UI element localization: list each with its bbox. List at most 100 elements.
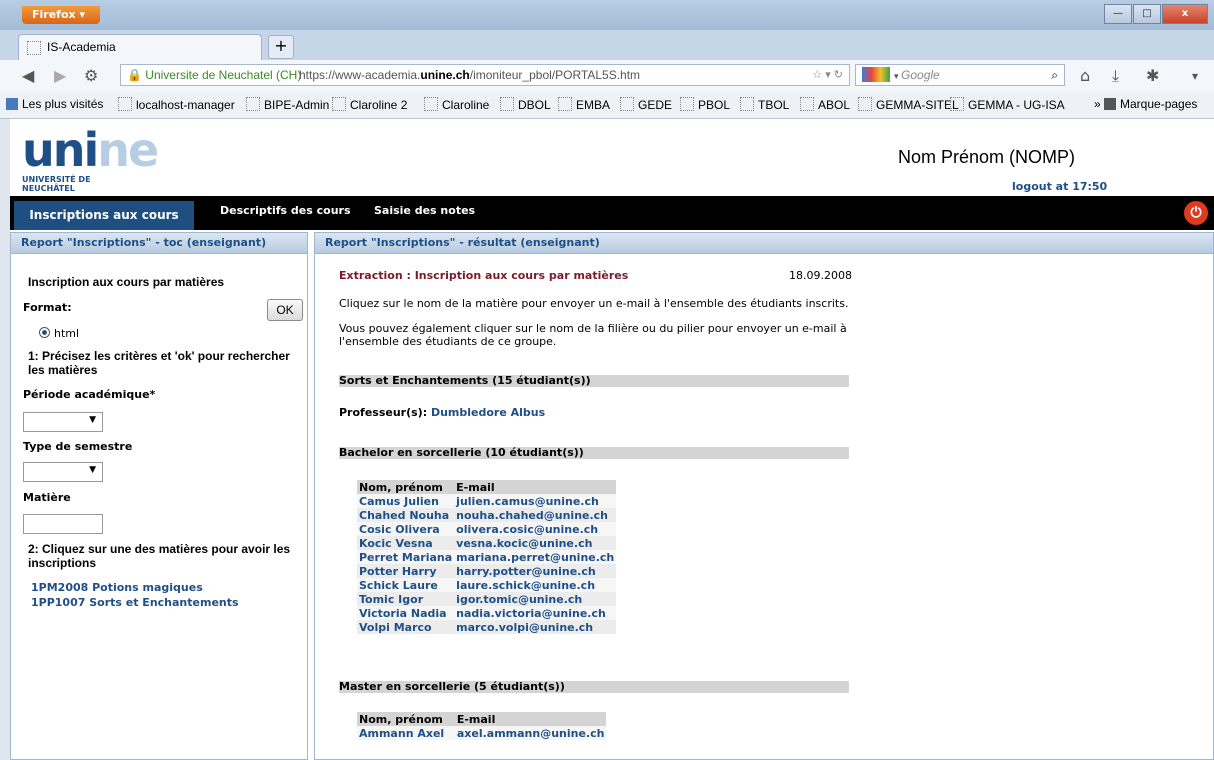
- student-name[interactable]: Cosic Olivera: [357, 522, 455, 536]
- bookmark-item[interactable]: DBOL: [500, 97, 551, 112]
- bookmark-item[interactable]: Claroline: [424, 97, 489, 112]
- power-icon[interactable]: ⏻: [1184, 201, 1208, 225]
- student-email[interactable]: julien.camus@unine.ch: [454, 494, 617, 508]
- student-name[interactable]: Victoria Nadia: [357, 606, 455, 620]
- bookmark-icon: [424, 97, 438, 111]
- bookmark-item[interactable]: ABOL: [800, 97, 850, 112]
- home-icon[interactable]: ⌂: [1080, 66, 1090, 85]
- left-panel-header: Report "Inscriptions" - toc (enseignant): [11, 233, 307, 254]
- addon-icon[interactable]: ✱: [1146, 66, 1159, 85]
- menu-item-descriptifs[interactable]: Descriptifs des cours: [220, 196, 351, 226]
- student-email[interactable]: vesna.kocic@unine.ch: [454, 536, 617, 550]
- bookmarks-menu-icon: [1104, 98, 1117, 110]
- student-name[interactable]: Kocic Vesna: [357, 536, 455, 550]
- student-name[interactable]: Schick Laure: [357, 578, 455, 592]
- bookmark-item[interactable]: EMBA: [558, 97, 610, 112]
- bookmark-item[interactable]: GEDE: [620, 97, 672, 112]
- group-header-bachelor[interactable]: Bachelor en sorcellerie (10 étudiant(s)): [339, 447, 849, 459]
- url-bar[interactable]: 🔒 Universite de Neuchatel (CH) https://w…: [120, 64, 850, 86]
- student-name[interactable]: Perret Mariana: [357, 550, 455, 564]
- student-email[interactable]: marco.volpi@unine.ch: [454, 620, 617, 634]
- bookmark-icon: [680, 97, 694, 111]
- student-email[interactable]: axel.ammann@unine.ch: [454, 726, 607, 740]
- extraction-date: 18.09.2008: [789, 269, 852, 282]
- periode-label: Période académique*: [23, 388, 156, 401]
- student-email[interactable]: laure.schick@unine.ch: [454, 578, 617, 592]
- col-name: Nom, prénom: [357, 712, 455, 726]
- students-table-bachelor: Nom, prénom E-mail Camus Julien julien.cam…: [357, 480, 617, 634]
- menu-chevron-icon[interactable]: ▾: [1192, 69, 1198, 83]
- logout-link[interactable]: logout at 17:50: [1012, 180, 1107, 193]
- bookmark-item[interactable]: Claroline 2: [332, 97, 407, 112]
- students-table-master: Nom, prénom E-mail Ammann Axel axel.ammann…: [357, 712, 607, 740]
- student-email[interactable]: olivera.cosic@unine.ch: [454, 522, 617, 536]
- table-row: Chahed Nouha nouha.chahed@unine.ch: [357, 508, 617, 522]
- bookmarks-menu-button[interactable]: » Marque-pages: [1094, 97, 1197, 111]
- bookmark-item[interactable]: GEMMA - UG-ISA: [950, 97, 1065, 112]
- bookmark-folder-icon: [6, 98, 18, 110]
- student-email[interactable]: mariana.perret@unine.ch: [454, 550, 617, 564]
- radio-icon: [39, 327, 50, 338]
- student-name[interactable]: Chahed Nouha: [357, 508, 455, 522]
- tab-strip: IS-Academia +: [0, 30, 1214, 60]
- type-semestre-select[interactable]: ▼: [23, 462, 103, 482]
- download-icon[interactable]: ⤓: [1112, 66, 1119, 86]
- matiere-link[interactable]: 1PM2008 Potions magiques: [31, 581, 203, 594]
- identity-icon[interactable]: ⚙: [84, 66, 98, 85]
- group-header-master[interactable]: Master en sorcellerie (5 étudiant(s)): [339, 681, 849, 693]
- bookmark-item[interactable]: Les plus visités: [6, 97, 103, 111]
- matiere-input[interactable]: [23, 514, 103, 534]
- course-header[interactable]: Sorts et Enchantements (15 étudiant(s)): [339, 375, 849, 387]
- student-name[interactable]: Tomic Igor: [357, 592, 455, 606]
- periode-select[interactable]: ▼: [23, 412, 103, 432]
- bookmark-icon: [332, 97, 346, 111]
- back-icon[interactable]: ◀: [22, 66, 34, 85]
- maximize-button[interactable]: □: [1133, 4, 1161, 24]
- student-name[interactable]: Potter Harry: [357, 564, 455, 578]
- table-row: Schick Laure laure.schick@unine.ch: [357, 578, 617, 592]
- navigation-toolbar: ◀ ▶ ⚙ 🔒 Universite de Neuchatel (CH) htt…: [0, 60, 1214, 92]
- search-placeholder: Google: [901, 68, 940, 82]
- instruction-text: Cliquez sur le nom de la matière pour en…: [339, 297, 849, 310]
- table-row: Victoria Nadia nadia.victoria@unine.ch: [357, 606, 617, 620]
- search-bar[interactable]: ▾ Google ⌕: [855, 64, 1065, 86]
- site-identity[interactable]: 🔒 Universite de Neuchatel (CH): [127, 65, 301, 85]
- bookmark-item[interactable]: localhost-manager: [118, 97, 235, 112]
- table-row: Volpi Marco marco.volpi@unine.ch: [357, 620, 617, 634]
- matiere-link[interactable]: 1PP1007 Sorts et Enchantements: [31, 596, 239, 609]
- forward-icon[interactable]: ▶: [54, 66, 66, 85]
- chevron-down-icon: ▼: [89, 465, 96, 475]
- professor-link[interactable]: Dumbledore Albus: [431, 406, 545, 419]
- google-icon: [862, 67, 890, 82]
- ok-button[interactable]: OK: [267, 299, 303, 321]
- bookmark-item[interactable]: PBOL: [680, 97, 730, 112]
- table-row: Camus Julien julien.camus@unine.ch: [357, 494, 617, 508]
- search-icon[interactable]: ⌕: [1051, 65, 1058, 85]
- format-radio-html[interactable]: html: [39, 327, 79, 340]
- table-row: Kocic Vesna vesna.kocic@unine.ch: [357, 536, 617, 550]
- menu-item-notes[interactable]: Saisie des notes: [374, 196, 475, 226]
- student-name[interactable]: Ammann Axel: [357, 726, 455, 740]
- student-email[interactable]: harry.potter@unine.ch: [454, 564, 617, 578]
- student-email[interactable]: nouha.chahed@unine.ch: [454, 508, 617, 522]
- firefox-menu-button[interactable]: Firefox ▾: [22, 6, 100, 24]
- bookmark-item[interactable]: GEMMA-SITEL: [858, 97, 959, 112]
- student-email[interactable]: igor.tomic@unine.ch: [454, 592, 617, 606]
- bookmark-star-icon[interactable]: ☆ ▾ ↻: [812, 65, 843, 85]
- logo-subtitle: UNIVERSITÉ DE NEUCHÂTEL: [22, 175, 91, 193]
- bookmark-item[interactable]: BIPE-Admin: [246, 97, 329, 112]
- student-name[interactable]: Volpi Marco: [357, 620, 455, 634]
- table-row: Cosic Olivera olivera.cosic@unine.ch: [357, 522, 617, 536]
- bookmark-item[interactable]: TBOL: [740, 97, 789, 112]
- bookmark-icon: [740, 97, 754, 111]
- new-tab-button[interactable]: +: [268, 35, 294, 59]
- student-email[interactable]: nadia.victoria@unine.ch: [454, 606, 617, 620]
- minimize-button[interactable]: —: [1104, 4, 1132, 24]
- student-name[interactable]: Camus Julien: [357, 494, 455, 508]
- menu-item-inscriptions[interactable]: Inscriptions aux cours: [14, 201, 194, 230]
- browser-tab[interactable]: IS-Academia: [18, 34, 262, 60]
- step1-heading: 1: Précisez les critères et 'ok' pour re…: [28, 349, 290, 377]
- unine-logo[interactable]: unine: [22, 127, 159, 173]
- type-semestre-label: Type de semestre: [23, 440, 133, 453]
- close-window-button[interactable]: x: [1162, 4, 1208, 24]
